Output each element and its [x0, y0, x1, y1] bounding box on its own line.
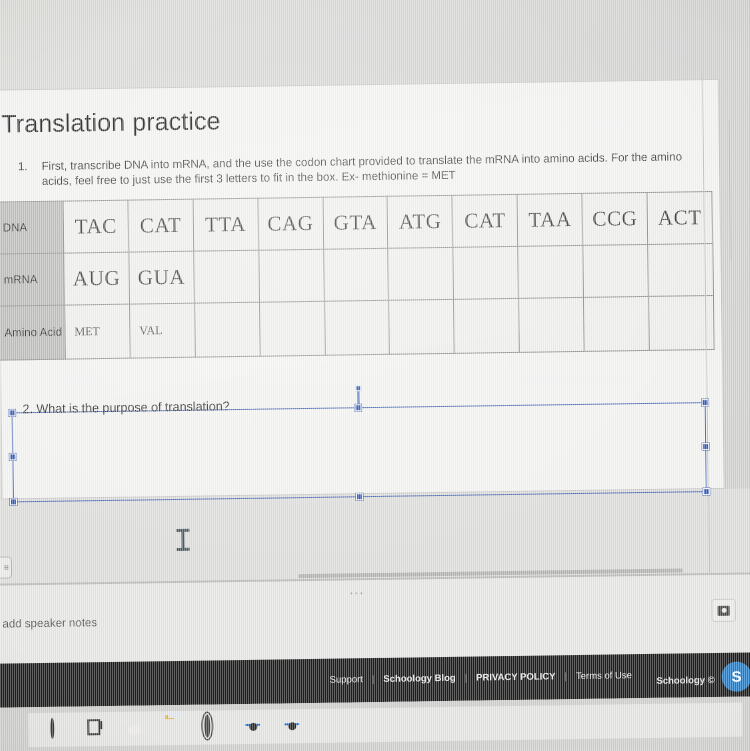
dna-cell[interactable]: CAG	[257, 197, 324, 251]
footer-copyright-area: Schoology © S	[656, 661, 750, 692]
row-header-amino-acid: Amino Acid	[0, 305, 66, 361]
resize-handle-top-center[interactable]	[354, 404, 362, 412]
screen-photo: Translation practice 1. First, transcrib…	[0, 0, 750, 751]
translation-table[interactable]: DNA TAC CAT TTA CAG GTA ATG CAT TAA CCG …	[0, 191, 715, 361]
footer-link-privacy-policy[interactable]: PRIVACY POLICY	[476, 671, 556, 683]
amino-acid-cell[interactable]	[453, 298, 520, 354]
mrna-cell[interactable]: AUG	[63, 252, 130, 306]
task-view-icon[interactable]	[87, 719, 107, 739]
dna-cell[interactable]: CAT	[127, 199, 194, 253]
image-placeholder-icon[interactable]	[711, 598, 736, 623]
dna-cell[interactable]: GTA	[322, 196, 389, 250]
mrna-cell[interactable]	[453, 246, 519, 300]
mrna-cell[interactable]	[258, 249, 325, 303]
instruction-number: 1.	[17, 161, 28, 174]
amino-acid-cell[interactable]	[388, 299, 455, 355]
rotation-handle-icon[interactable]	[355, 385, 362, 392]
text-cursor-icon	[176, 528, 190, 551]
amino-acid-cell[interactable]: MET	[64, 304, 131, 360]
screen-contents: Translation practice 1. First, transcrib…	[0, 0, 750, 751]
amino-acid-cell[interactable]	[259, 301, 325, 357]
dna-cell[interactable]: ATG	[387, 195, 454, 249]
row-header-dna: DNA	[0, 201, 64, 255]
amino-acid-cell[interactable]	[583, 296, 650, 352]
resize-handle-top-left[interactable]	[8, 409, 16, 417]
schoology-logo-icon[interactable]: S	[721, 661, 750, 692]
mrna-cell[interactable]	[323, 248, 389, 302]
mrna-cell[interactable]	[517, 245, 584, 299]
clipped-left-toolbar-stub[interactable]: ≡	[0, 556, 13, 579]
row-header-mrna: mRNA	[0, 253, 65, 307]
footer-separator: |	[464, 672, 468, 684]
dna-cell[interactable]: TTA	[192, 198, 259, 252]
footer-copyright: Schoology ©	[656, 675, 715, 687]
footer-links: Support | Schoology Blog | PRIVACY POLIC…	[330, 670, 632, 685]
resize-handle-middle-right[interactable]	[702, 443, 710, 451]
resize-handle-middle-left[interactable]	[9, 453, 17, 461]
resize-handle-bottom-center[interactable]	[355, 493, 363, 501]
right-panel-border-outer	[728, 120, 732, 261]
amino-acid-cell[interactable]	[324, 300, 390, 356]
table-row-amino-acid: Amino Acid MET VAL	[0, 295, 715, 361]
file-explorer-icon[interactable]	[165, 718, 185, 738]
page-title[interactable]: Translation practice	[1, 107, 221, 139]
chrome-browser-icon[interactable]	[282, 716, 302, 736]
dna-cell[interactable]: TAA	[517, 193, 583, 247]
search-icon[interactable]	[48, 717, 68, 740]
footer-link-schoology-blog[interactable]: Schoology Blog	[383, 673, 455, 685]
edge-browser-icon[interactable]	[126, 718, 146, 738]
amino-acid-cell[interactable]: VAL	[129, 303, 196, 359]
speaker-notes-pane[interactable]: k to add speaker notes	[0, 574, 750, 664]
selected-text-box[interactable]	[8, 385, 710, 551]
mrna-cell[interactable]: GUA	[128, 251, 195, 305]
mrna-cell[interactable]	[193, 250, 260, 304]
rotation-handle-stem	[357, 389, 360, 406]
footer-separator: |	[371, 674, 375, 686]
resize-handle-bottom-right[interactable]	[702, 488, 710, 496]
resize-handle-top-right[interactable]	[701, 399, 709, 407]
instruction-item[interactable]: 1. First, transcribe DNA into mRNA, and …	[18, 150, 698, 190]
taskbar-items	[28, 702, 743, 748]
slide-canvas[interactable]: Translation practice 1. First, transcrib…	[0, 78, 725, 579]
speaker-notes-placeholder: k to add speaker notes	[0, 617, 98, 631]
dna-cell[interactable]: CCG	[582, 192, 648, 246]
notes-pane-resize-grip[interactable]	[350, 592, 366, 595]
dna-cell[interactable]: TAC	[62, 200, 129, 254]
settings-gear-icon[interactable]	[204, 714, 224, 738]
mrna-cell[interactable]	[582, 244, 649, 298]
footer-separator: |	[564, 671, 568, 683]
footer-link-support[interactable]: Support	[330, 674, 363, 685]
resize-handle-bottom-left[interactable]	[9, 498, 18, 506]
instruction-text: First, transcribe DNA into mRNA, and the…	[41, 151, 683, 188]
mrna-cell[interactable]	[388, 247, 454, 301]
footer-link-terms-of-use[interactable]: Terms of Use	[576, 670, 632, 682]
amino-acid-cell[interactable]	[194, 302, 260, 358]
chrome-browser-icon[interactable]	[243, 717, 263, 737]
amino-acid-cell[interactable]	[518, 297, 585, 353]
dna-cell[interactable]: CAT	[452, 194, 518, 248]
